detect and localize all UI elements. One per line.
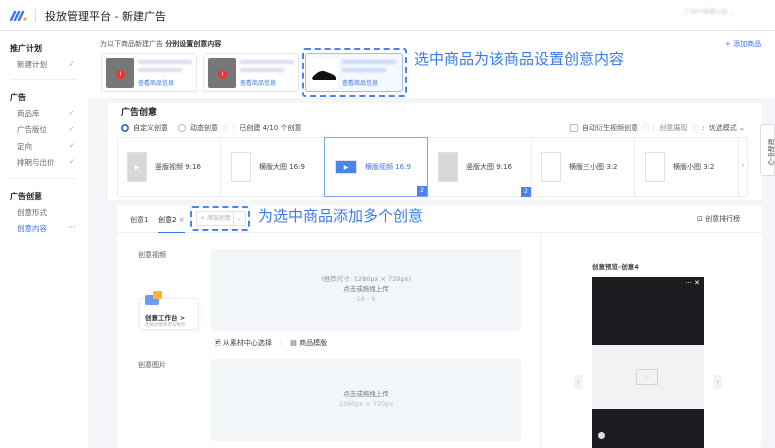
format-vertical-image[interactable]: 竖版大图 9:16 2 xyxy=(428,137,532,197)
product-template-link[interactable]: ▤ 商品模版 xyxy=(290,338,327,350)
play-icon: ▶ xyxy=(335,160,357,174)
section-title: 广告创意 xyxy=(121,108,158,118)
info-icon: ⓘ xyxy=(691,124,699,132)
radio-custom-label[interactable]: 自定义创意 xyxy=(133,123,168,133)
more-close-icons: ··· ✕ xyxy=(685,279,700,287)
top-header: 投放管理平台 - 新建广告 广州**有限公司 ⌄ xyxy=(0,0,775,31)
image-size-hint: 1280px × 720px xyxy=(338,400,394,408)
preview-prev-button[interactable]: ‹ xyxy=(574,375,582,389)
add-product-button[interactable]: + 添加商品 xyxy=(725,39,761,49)
video-label: 创意视频 xyxy=(138,251,166,259)
sidebar-group-plan: 推广计划 xyxy=(10,44,42,53)
sidebar-item-schedule-bid[interactable]: 排期与出价 ✓ xyxy=(17,157,75,168)
display-mode-select[interactable]: 优选模式 ⌄ xyxy=(709,123,745,133)
chevron-right-icon[interactable]: › xyxy=(741,160,745,171)
warning-icon: ! xyxy=(116,70,125,79)
auto-video-label: 自动衍生视频创意 xyxy=(582,124,638,132)
product-image: ! xyxy=(208,58,236,88)
tab-creative-2[interactable]: 创意2 × xyxy=(158,215,185,233)
highlight-box xyxy=(190,206,250,231)
check-icon: ✓ xyxy=(68,157,75,166)
warning-icon: ! xyxy=(218,70,227,79)
account-switcher[interactable]: 广州**有限公司 ⌄ xyxy=(685,7,734,16)
sidebar-item-placement[interactable]: 广告版位 ✓ xyxy=(17,124,75,135)
count-badge: 2 xyxy=(521,187,531,197)
video-placeholder-icon: ▷ xyxy=(636,369,658,385)
format-vertical-video[interactable]: ▶ 竖版视频 9:16 xyxy=(117,137,221,197)
display-label: 创意展现 xyxy=(659,124,688,132)
check-icon: ✓ xyxy=(68,108,75,117)
creative-workbench-card[interactable]: 创意工作台 > 优质创意参考与制作 xyxy=(139,291,199,330)
view-product-link[interactable]: 查看商品信息 xyxy=(138,78,174,87)
image-label: 创意图片 xyxy=(138,361,166,369)
phone-preview: ··· ✕ ▷ xyxy=(592,277,704,448)
clipboard-icon: ▤ xyxy=(290,339,297,347)
image-edit-icon: 🖻 xyxy=(215,339,221,347)
highlight-box xyxy=(302,48,407,97)
creative-ranking-link[interactable]: ⊡ 创意排行榜 xyxy=(697,214,740,224)
check-icon: ✓ xyxy=(68,59,75,68)
image-upload-text: 点击或拖拽上传 xyxy=(343,390,389,398)
preview-next-button[interactable]: › xyxy=(714,375,722,389)
sidebar-group-creative: 广告创意 xyxy=(10,192,42,201)
info-icon: ⓘ xyxy=(222,124,229,132)
radio-dynamic-label[interactable]: 动态创意 xyxy=(190,123,218,133)
product-card[interactable]: ! 查看商品信息 xyxy=(203,53,299,92)
sidebar: 推广计划 新建计划 ✓ 广告 商品库 ✓ 广告版位 ✓ 定向 ✓ 排期与出价 ✓ 广告创意… xyxy=(0,31,88,448)
sidebar-group-ad: 广告 xyxy=(10,93,26,102)
video-upload-text: 点击或拖拽上传 xyxy=(343,285,389,293)
product-card[interactable]: ! 查看商品信息 xyxy=(101,53,197,92)
check-icon: ✓ xyxy=(68,141,75,150)
sidebar-item-new-plan[interactable]: 新建计划 ✓ xyxy=(17,59,75,70)
format-small-image[interactable]: 横版小图 3:2 xyxy=(635,137,739,197)
tab-creative-1[interactable]: 创意1 xyxy=(130,215,148,225)
product-image: ! xyxy=(106,58,134,88)
view-product-link[interactable]: 查看商品信息 xyxy=(240,78,276,87)
page-title: 投放管理平台 - 新建广告 xyxy=(45,10,166,23)
video-ratio: 16 : 9 xyxy=(356,295,376,303)
sidebar-item-product-library[interactable]: 商品库 ✓ xyxy=(17,108,75,119)
ranking-icon: ⊡ xyxy=(697,215,703,223)
more-icon[interactable]: ··· xyxy=(68,223,75,234)
check-icon: ✓ xyxy=(68,124,75,133)
radio-custom[interactable] xyxy=(121,124,129,132)
logo-icon xyxy=(9,9,28,22)
preview-title: 创意预览–创意4 xyxy=(592,263,639,271)
annotation-add-creative: 为选中商品添加多个创意 xyxy=(258,207,424,225)
sidebar-item-targeting[interactable]: 定向 ✓ xyxy=(17,141,75,152)
help-center-tab[interactable]: 帮助中心 xyxy=(760,124,775,176)
count-badge: 2 xyxy=(417,186,427,196)
video-upload-area[interactable]: (推荐尺寸: 1280px × 720px) 点击或拖拽上传 16 : 9 xyxy=(211,249,521,331)
format-horizontal-video[interactable]: ▶ 横版视频 16:9 2 xyxy=(324,137,428,197)
auto-video-checkbox[interactable] xyxy=(570,124,578,132)
format-horizontal-image[interactable]: 横版大图 16:9 xyxy=(221,137,325,197)
sidebar-item-creative-format[interactable]: 创意形式 xyxy=(17,207,75,218)
info-icon: ⓘ xyxy=(642,124,649,132)
close-icon[interactable]: × xyxy=(179,216,185,224)
annotation-product: 选中商品为该商品设置创意内容 xyxy=(414,50,625,68)
video-size-hint: (推荐尺寸: 1280px × 720px) xyxy=(321,275,411,283)
sidebar-item-creative-content[interactable]: 创意内容 ··· xyxy=(17,223,75,234)
image-upload-area[interactable]: 点击或拖拽上传 1280px × 720px xyxy=(211,359,521,441)
product-hint: 为以下商品新建广告 分别设置创意内容 xyxy=(100,40,222,48)
radio-dynamic[interactable] xyxy=(178,124,186,132)
created-count: 已创建 4/10 个创意 xyxy=(239,124,302,132)
workbench-title: 创意工作台 > xyxy=(145,314,186,322)
select-from-library-link[interactable]: 🖻 从素材中心选择 xyxy=(215,338,272,350)
play-icon: ▶ xyxy=(127,152,147,182)
format-three-small-images[interactable]: 横版三小图 3:2 xyxy=(531,137,635,197)
workbench-subtitle: 优质创意参考与制作 xyxy=(145,323,186,328)
